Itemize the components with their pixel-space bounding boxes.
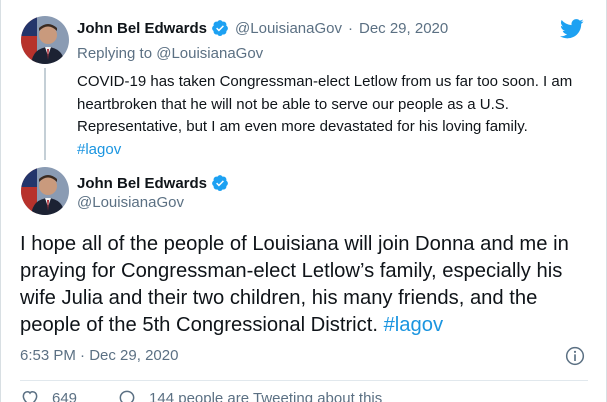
avatar-photo xyxy=(21,16,69,64)
info-icon[interactable] xyxy=(565,346,585,366)
reply-bubble-icon xyxy=(119,390,135,402)
tweet-time: 6:53 PM xyxy=(20,347,76,364)
separator-dot: · xyxy=(348,19,353,37)
reply-tweet-text: COVID-19 has taken Congressman-elect Let… xyxy=(77,71,589,161)
replying-label: Replying to xyxy=(77,45,153,62)
hashtag-link[interactable]: #lagov xyxy=(77,141,121,158)
tweet-timestamp[interactable]: 6:53 PM · Dec 29, 2020 xyxy=(20,347,178,364)
conversation-label: 144 people are Tweeting about this xyxy=(149,389,383,402)
avatar-photo xyxy=(21,167,69,215)
replying-to-handle[interactable]: @LouisianaGov xyxy=(156,45,263,62)
action-bar: 649 144 people are Tweeting about this xyxy=(20,388,382,402)
avatar[interactable] xyxy=(21,167,69,215)
author-handle[interactable]: @LouisianaGov xyxy=(77,194,184,211)
avatar[interactable] xyxy=(21,16,69,64)
heart-icon[interactable] xyxy=(20,388,40,402)
tweet-date: Dec 29, 2020 xyxy=(89,347,179,364)
twitter-bird-icon[interactable] xyxy=(560,18,584,40)
main-body: I hope all of the people of Louisiana wi… xyxy=(20,233,569,336)
verified-badge-icon xyxy=(212,20,228,37)
separator-dot: · xyxy=(80,347,86,364)
reply-body: COVID-19 has taken Congressman-elect Let… xyxy=(77,73,573,135)
thread-line xyxy=(44,68,46,160)
main-author: John Bel Edwards xyxy=(77,174,235,192)
divider xyxy=(20,380,588,381)
reply-header: John Bel Edwards @LouisianaGov · Dec 29,… xyxy=(77,19,448,37)
main-tweet-text: I hope all of the people of Louisiana wi… xyxy=(20,231,595,339)
verified-badge-icon xyxy=(212,175,228,192)
hashtag-link[interactable]: #lagov xyxy=(384,314,444,336)
tweet-date[interactable]: Dec 29, 2020 xyxy=(359,20,448,37)
replying-to: Replying to @LouisianaGov xyxy=(77,45,263,62)
author-name[interactable]: John Bel Edwards xyxy=(77,20,207,37)
author-handle[interactable]: @LouisianaGov xyxy=(235,20,342,37)
conversation-link[interactable]: 144 people are Tweeting about this xyxy=(117,388,382,402)
author-name[interactable]: John Bel Edwards xyxy=(77,175,207,192)
tweet-embed: John Bel Edwards @LouisianaGov · Dec 29,… xyxy=(0,0,607,402)
like-count[interactable]: 649 xyxy=(52,390,77,402)
